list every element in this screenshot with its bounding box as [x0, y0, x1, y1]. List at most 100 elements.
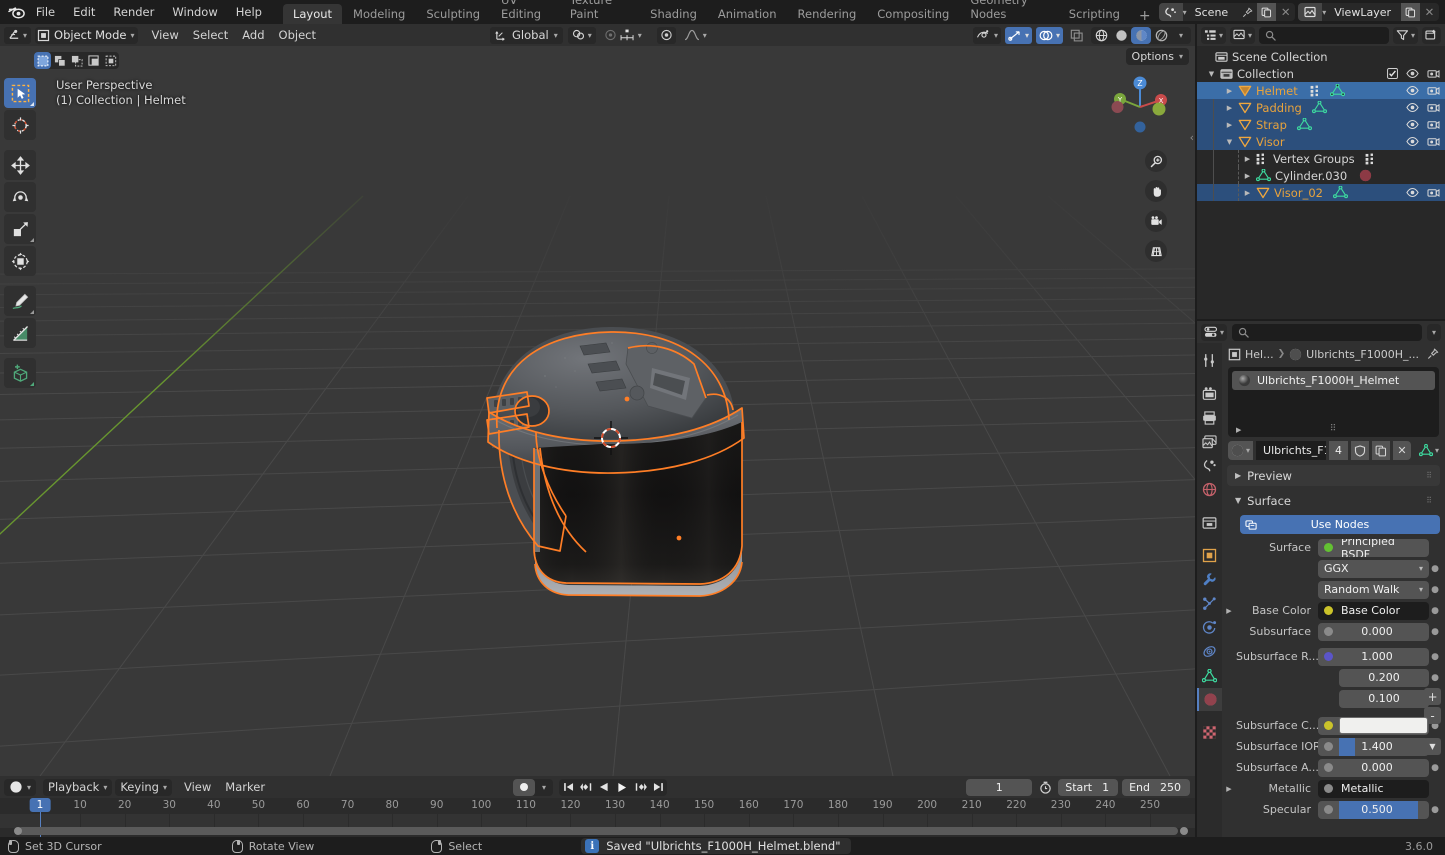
add-workspace-button[interactable]: +: [1131, 9, 1159, 24]
object-mode-selector[interactable]: Object Mode ▾: [35, 27, 138, 44]
navigation-gizmo[interactable]: X Y Z: [1103, 70, 1177, 144]
outliner-filter-button[interactable]: ▾: [1393, 27, 1418, 44]
camera-icon[interactable]: [1427, 119, 1440, 130]
row-subsurface[interactable]: Subsurface 0.000 ●: [1222, 622, 1445, 641]
outliner-row-visor-02[interactable]: ▶ Visor_02: [1197, 184, 1445, 201]
properties-tab-object[interactable]: [1197, 544, 1222, 567]
mesh-data-icon[interactable]: [1312, 101, 1327, 114]
visibility-selector[interactable]: ▾: [973, 27, 1001, 44]
sidebar-collapse-icon[interactable]: ‹: [1190, 131, 1194, 144]
row-metallic[interactable]: ▶ Metallic Metallic: [1222, 779, 1445, 798]
animate-dot[interactable]: ●: [1429, 763, 1441, 773]
disclosure-closed-icon[interactable]: ▶: [1241, 189, 1254, 197]
tool-scale[interactable]: [4, 214, 36, 244]
gizmo-toggle[interactable]: ▾: [1005, 27, 1032, 44]
field-subsurface-radius-y[interactable]: 0.200: [1339, 669, 1429, 687]
outliner-row-collection[interactable]: ▼ Collection: [1197, 65, 1445, 82]
eye-icon[interactable]: [1406, 68, 1419, 79]
material-slot-row[interactable]: Ulbrichts_F1000H_Helmet: [1232, 371, 1435, 390]
row-specular[interactable]: Specular 0.500 ●: [1222, 800, 1445, 819]
row-subsurface-color[interactable]: Subsurface C... ●: [1222, 716, 1445, 735]
properties-tab-material[interactable]: [1197, 688, 1222, 711]
select-mode-group[interactable]: [34, 52, 119, 69]
current-frame-field[interactable]: 1: [966, 779, 1032, 796]
breadcrumb-material[interactable]: Ulbrichts_F1000H_...: [1306, 348, 1419, 361]
outliner-row-helmet[interactable]: ▶ Helmet: [1197, 82, 1445, 99]
disclosure-open-icon[interactable]: ▼: [1205, 70, 1218, 78]
eye-icon[interactable]: [1406, 119, 1419, 130]
shading-rendered[interactable]: [1151, 27, 1171, 44]
remove-view-layer-icon[interactable]: ✕: [1420, 3, 1439, 21]
play-reverse-button[interactable]: [595, 779, 613, 796]
record-icon[interactable]: [513, 779, 535, 796]
animate-dot[interactable]: ●: [1429, 564, 1441, 574]
animate-dot[interactable]: ●: [1429, 627, 1441, 637]
scrollbar-handle-left[interactable]: [14, 827, 22, 835]
material-name-field[interactable]: Ulbrichts_F1...: [1256, 441, 1326, 460]
field-subsurface-method[interactable]: Random Walk ▾: [1318, 581, 1429, 599]
camera-icon[interactable]: [1427, 68, 1440, 79]
camera-icon[interactable]: [1427, 187, 1440, 198]
properties-tab-constraints[interactable]: [1197, 640, 1222, 663]
outliner-row-icons-padding[interactable]: [1406, 102, 1440, 113]
viewport-menu-add[interactable]: Add: [235, 27, 271, 43]
animate-dot[interactable]: ●: [1429, 805, 1441, 815]
outliner-row-icons-strap[interactable]: [1406, 119, 1440, 130]
auto-keying-options-chevron[interactable]: ▾: [535, 779, 553, 796]
outliner-editor-type[interactable]: ▾: [1201, 27, 1226, 44]
viewport-toolbar[interactable]: [4, 78, 36, 388]
properties-tab-tool[interactable]: [1197, 349, 1222, 372]
tab-geometry-nodes[interactable]: Geometry Nodes: [960, 0, 1057, 24]
xray-toggle[interactable]: [1067, 27, 1087, 44]
field-subsurface[interactable]: 0.000: [1318, 623, 1429, 641]
tool-cursor[interactable]: [4, 110, 36, 140]
properties-tab-view-layer[interactable]: [1197, 430, 1222, 453]
zoom-icon[interactable]: [1145, 150, 1167, 172]
playhead-frame-label[interactable]: 1: [30, 798, 51, 812]
expand-metallic-icon[interactable]: ▶: [1222, 785, 1236, 793]
disclosure-closed-icon[interactable]: ▶: [1223, 121, 1236, 129]
modifier-icon[interactable]: [1310, 85, 1323, 97]
previous-keyframe-button[interactable]: [577, 779, 595, 796]
viewport-nav-buttons[interactable]: [1145, 150, 1167, 262]
timeline-scrollbar[interactable]: [18, 827, 1178, 835]
select-intersect-icon[interactable]: [102, 52, 119, 69]
camera-icon[interactable]: [1427, 102, 1440, 113]
start-frame-field[interactable]: Start 1: [1058, 779, 1118, 796]
outliner-display-mode[interactable]: ▾: [1230, 27, 1255, 44]
use-nodes-button[interactable]: Use Nodes: [1240, 515, 1440, 534]
new-material-copy-icon[interactable]: [1372, 441, 1390, 460]
menu-render[interactable]: Render: [104, 3, 163, 21]
properties-tab-render[interactable]: [1197, 382, 1222, 405]
tool-measure[interactable]: [4, 318, 36, 348]
field-subsurface-radius-z[interactable]: 0.100: [1339, 690, 1429, 708]
row-subsurface-method[interactable]: Random Walk ▾ ●: [1222, 580, 1445, 599]
viewport-menu-select[interactable]: Select: [186, 27, 235, 43]
outliner-row-icons-helmet[interactable]: [1406, 85, 1440, 96]
vertex-group-icon[interactable]: [1365, 153, 1378, 165]
timeline-menu-view[interactable]: View: [177, 779, 218, 795]
overlays-toggle[interactable]: ▾: [1036, 27, 1063, 44]
tab-scripting[interactable]: Scripting: [1059, 4, 1130, 24]
pan-hand-icon[interactable]: [1145, 180, 1167, 202]
tab-animation[interactable]: Animation: [708, 4, 787, 24]
menu-help[interactable]: Help: [227, 3, 271, 21]
keying-menu[interactable]: Keying ▾: [115, 779, 172, 796]
auto-keying-group[interactable]: ▾: [513, 779, 553, 796]
menu-edit[interactable]: Edit: [64, 3, 104, 21]
end-frame-field[interactable]: End 250: [1122, 779, 1190, 796]
mesh-data-icon[interactable]: [1330, 84, 1345, 97]
select-subtract-icon[interactable]: [68, 52, 85, 69]
scene-selector[interactable]: ▾ Scene ✕: [1159, 3, 1296, 21]
animate-dot[interactable]: ●: [1429, 585, 1441, 595]
transform-orientation-selector[interactable]: Global ▾: [490, 27, 563, 44]
row-subsurface-radius-z[interactable]: 0.100 ●: [1222, 689, 1445, 708]
disclosure-closed-icon[interactable]: ▶: [1223, 104, 1236, 112]
properties-tab-physics[interactable]: [1197, 616, 1222, 639]
jump-to-end-button[interactable]: [649, 779, 667, 796]
field-specular[interactable]: 0.500: [1318, 801, 1429, 819]
disclosure-closed-icon[interactable]: ▶: [1223, 87, 1236, 95]
animate-dot[interactable]: ●: [1429, 606, 1441, 616]
3d-viewport[interactable]: User Perspective (1) Collection | Helmet: [0, 46, 1195, 776]
select-invert-icon[interactable]: [85, 52, 102, 69]
